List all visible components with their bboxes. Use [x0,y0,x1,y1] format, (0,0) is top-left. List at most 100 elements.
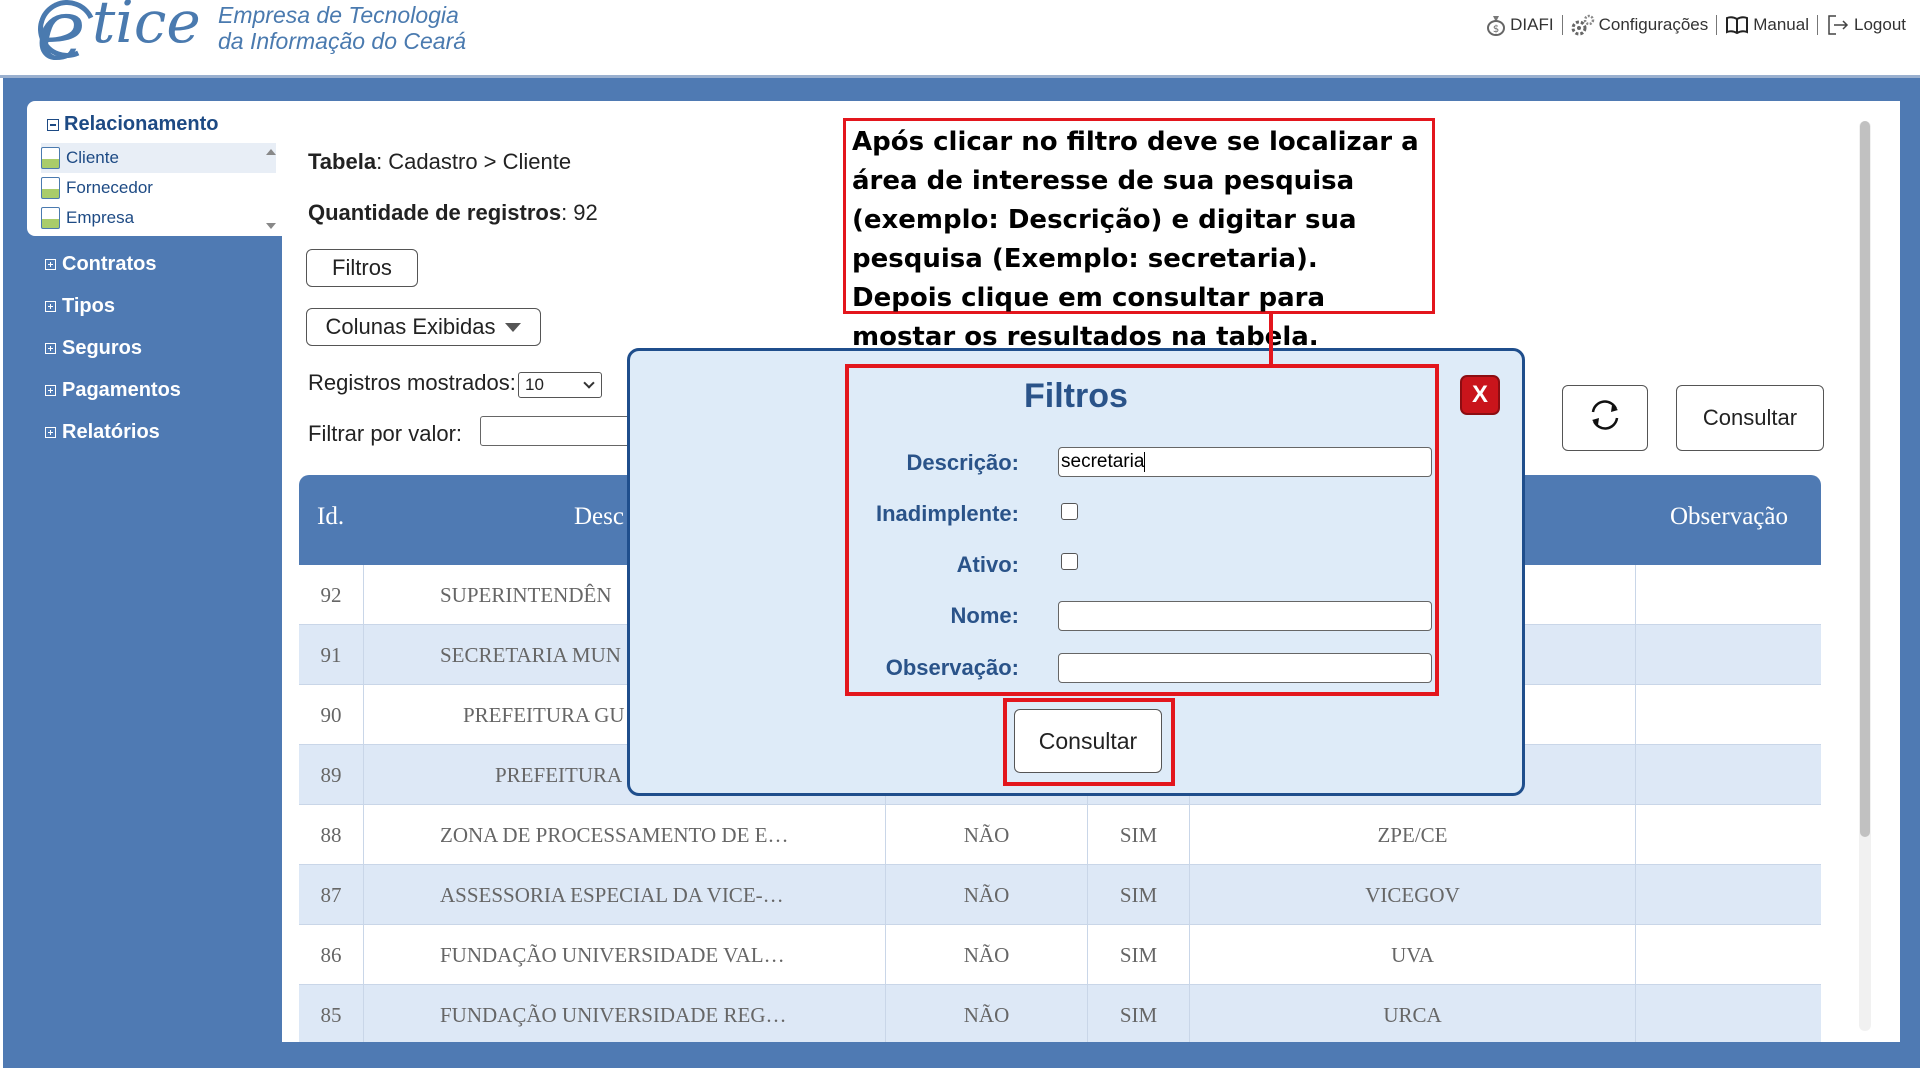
filtrar-input[interactable] [480,416,640,446]
cell-nome: URCA [1190,985,1636,1042]
cell-nome: ZPE/CE [1190,805,1636,865]
nav-logout[interactable]: Logout [1818,14,1914,36]
chevron-down-icon [583,377,595,389]
relacionamento-label: Relacionamento [64,113,219,135]
cell-inadimplente: NÃO [886,865,1088,925]
sidebar-item-cliente[interactable]: Cliente [41,143,276,173]
tabela-label: Tabela [308,149,377,174]
registros-select[interactable]: 10 [518,372,602,398]
relacionamento-panel: Relacionamento Cliente Fornecedor Empres… [27,101,284,236]
document-icon [41,177,60,199]
cell-observacao [1636,745,1821,805]
cell-ativo: SIM [1088,925,1190,985]
company-line-2: da Informação do Ceará [218,28,467,54]
cell-descricao: FUNDAÇÃO UNIVERSIDADE REG… [364,985,886,1042]
cell-id: 87 [299,865,364,925]
scroll-up-arrow-icon[interactable] [266,149,276,155]
table-row[interactable]: 87 ASSESSORIA ESPECIAL DA VICE-… NÃO SIM… [299,865,1821,925]
cell-observacao [1636,625,1821,685]
consultar-highlight [1003,698,1175,786]
header-id[interactable]: Id. [317,503,344,531]
document-icon [41,147,60,169]
sidebar-item-label: Fornecedor [66,178,153,197]
callout-connector [1269,314,1273,364]
relacionamento-scrollbar[interactable] [264,143,278,233]
sidebar-group-contratos[interactable]: Contratos [45,253,156,276]
logout-icon [1826,14,1850,36]
expand-icon [45,343,56,354]
cell-inadimplente: NÃO [886,985,1088,1042]
tabela-value: : Cadastro > Cliente [376,149,572,174]
header-observacao[interactable]: Observação [1670,503,1788,531]
refresh-button[interactable] [1562,385,1648,451]
cell-id: 85 [299,985,364,1042]
cell-inadimplente: NÃO [886,805,1088,865]
scroll-down-arrow-icon[interactable] [266,223,276,229]
sidebar-item-fornecedor[interactable]: Fornecedor [41,173,276,203]
cell-ativo: SIM [1088,985,1190,1042]
nav-configuracoes[interactable]: Configurações [1563,14,1717,36]
quantidade-value: : 92 [561,200,598,225]
cell-inadimplente: NÃO [886,925,1088,985]
caret-down-icon [505,322,522,332]
etice-logo: e tice [29,0,216,74]
app-header: e tice Empresa de Tecnologia da Informaç… [0,0,1920,78]
money-bag-icon: $ [1486,14,1506,36]
close-button[interactable]: X [1460,375,1500,415]
relacionamento-toggle[interactable]: Relacionamento [47,113,218,136]
gears-icon [1571,14,1595,36]
cell-id: 92 [299,565,364,625]
cell-observacao [1636,985,1821,1042]
collapse-icon [47,118,59,131]
sidebar-group-label: Tipos [62,295,115,317]
colunas-exibidas-label: Colunas Exibidas [325,314,496,339]
top-nav: $ DIAFI Configurações Manual Logout [1478,14,1914,36]
registros-select-value: 10 [525,375,544,394]
quantidade-label: Quantidade de registros [308,200,562,225]
sidebar-group-label: Contratos [62,253,157,275]
book-icon [1725,15,1749,35]
sidebar-group-pagamentos[interactable]: Pagamentos [45,379,181,402]
nav-manual[interactable]: Manual [1717,15,1817,35]
sidebar-group-relatorios[interactable]: Relatórios [45,421,160,444]
cell-id: 89 [299,745,364,805]
close-icon: X [1471,381,1488,408]
filtros-button-label: Filtros [332,255,392,280]
nav-logout-label: Logout [1854,15,1906,34]
sidebar-item-label: Empresa [66,208,135,227]
sidebar-item-label: Cliente [66,148,119,167]
filtros-button[interactable]: Filtros [306,249,418,287]
relacionamento-list: Cliente Fornecedor Empresa [41,143,276,233]
sidebar-group-label: Relatórios [62,421,160,443]
sidebar-item-empresa[interactable]: Empresa [41,203,276,233]
sidebar-group-label: Seguros [62,337,143,359]
colunas-exibidas-button[interactable]: Colunas Exibidas [306,308,541,346]
nav-configuracoes-label: Configurações [1598,15,1709,34]
svg-text:$: $ [1493,24,1499,35]
cell-descricao: FUNDAÇÃO UNIVERSIDADE VAL… [364,925,886,985]
consultar-button[interactable]: Consultar [1676,385,1824,451]
sidebar: Relacionamento Cliente Fornecedor Empres… [3,78,284,1068]
document-icon [41,207,60,229]
cell-ativo: SIM [1088,805,1190,865]
sidebar-group-tipos[interactable]: Tipos [45,295,115,318]
nav-diafi[interactable]: $ DIAFI [1478,14,1561,36]
sidebar-group-label: Pagamentos [62,379,181,401]
cell-ativo: SIM [1088,865,1190,925]
expand-icon [45,259,56,270]
cell-nome: VICEGOV [1190,865,1636,925]
table-row[interactable]: 85 FUNDAÇÃO UNIVERSIDADE REG… NÃO SIM UR… [299,985,1821,1042]
tabela-info: Tabela: Cadastro > Cliente [308,149,571,175]
instruction-callout: Após clicar no filtro deve se localizar … [843,118,1435,352]
sidebar-group-seguros[interactable]: Seguros [45,337,142,360]
company-name: Empresa de Tecnologia da Informação do C… [218,2,466,54]
header-descricao[interactable]: Desc [574,503,624,531]
cell-descricao: ASSESSORIA ESPECIAL DA VICE-… [364,865,886,925]
cell-id: 86 [299,925,364,985]
registros-label: Registros mostrados: [308,370,516,395]
table-row[interactable]: 88 ZONA DE PROCESSAMENTO DE E… NÃO SIM Z… [299,805,1821,865]
table-row[interactable]: 86 FUNDAÇÃO UNIVERSIDADE VAL… NÃO SIM UV… [299,925,1821,985]
filtrar-label: Filtrar por valor: [308,421,463,446]
content-scrollbar[interactable] [1859,121,1871,1031]
scrollbar-thumb[interactable] [1860,121,1870,837]
